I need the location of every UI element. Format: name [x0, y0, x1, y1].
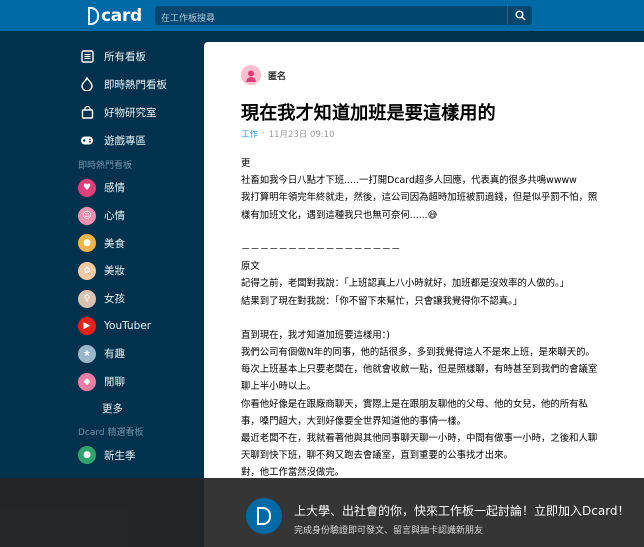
heart-board-icon: ♥ [78, 178, 96, 197]
sidebar-item-chat[interactable]: ◆ 閒聊 [78, 368, 198, 396]
post-line: 我打算明年領完年終就走，然後，這公司因為超時加班被罰過錢，但是似乎罰不怕，照 [241, 192, 598, 204]
mood-board-icon: ☺ [78, 206, 96, 225]
chat-board-icon: ◆ [78, 372, 96, 391]
sidebar-item-label: 感情 [104, 182, 125, 195]
hot-boards-title: 即時熱門看板 [78, 160, 133, 171]
sidebar-item-label: 女孩 [104, 293, 125, 306]
sidebar-item-games[interactable]: 遊戲專區 [78, 126, 198, 154]
post-line: 每次上班基本上只要老闆在，他就會收斂一點，但是照樣聊，有時甚至到我們的會議室 [241, 364, 598, 376]
post-line: 聊上半小時以上。 [241, 381, 317, 393]
dcard-logo-icon [88, 7, 99, 25]
sidebar-item-mood[interactable]: ☺ 心情 [78, 202, 198, 230]
sidebar-item-label: 美食 [104, 237, 125, 250]
post-line: 記得之前，老闆對我說：「上班認真上八小時就好，加班都是沒效率的人做的。」 [241, 278, 570, 290]
post-card: 匿名 現在我才知道加班是要這樣用的 工作 · 11月23日 09:10 更 社畜… [204, 42, 644, 547]
signup-promo-banner[interactable]: 上大學、出社會的你，快來工作板一起討論！立即加入Dcard！ 完成身份驗證即可發… [0, 478, 644, 547]
sidebar-item-makeup[interactable]: ✿ 美妝 [78, 257, 198, 285]
freshman-board-icon: ● [78, 446, 96, 465]
post-line: －－－－－－－－－－－－－－－－－ [241, 243, 401, 255]
sidebar-item-girl[interactable]: ♀ 女孩 [78, 285, 198, 313]
post-line: 結果到了現在對我說：「你不留下來幫忙，只會讓我覺得你不認真。」 [241, 295, 523, 307]
author-row: 匿名 [241, 65, 286, 85]
top-nav: card [0, 0, 644, 31]
sidebar-item-goods-lab[interactable]: 好物研究室 [78, 98, 198, 126]
food-board-icon: ● [78, 234, 96, 253]
post-line [241, 310, 631, 327]
search-icon [515, 10, 526, 21]
avatar[interactable] [241, 65, 261, 85]
sidebar: 所有看板 即時熱門看板 好物研究室 遊戲專區 即時熱門看板 ♥ 感情 ☺ 心情 … [78, 42, 198, 469]
post-line: 直到現在，我才知道加班要這樣用：) [241, 329, 390, 341]
sidebar-item-youtuber[interactable]: ▶ YouTuber [78, 312, 198, 340]
sidebar-item-label: 好物研究室 [104, 106, 157, 119]
sidebar-item-label: 有趣 [104, 348, 125, 361]
gamepad-icon [78, 131, 96, 149]
dcard-logo-icon [246, 498, 282, 534]
girl-board-icon: ♀ [78, 289, 96, 308]
sidebar-item-food[interactable]: ● 美食 [78, 229, 198, 257]
dcard-logo[interactable]: card [88, 6, 142, 26]
meta-separator: · [262, 129, 265, 139]
sidebar-item-freshman[interactable]: ● 新生季 [78, 442, 198, 470]
post-line: 天聊到快下班，聊不夠又跑去會議室，直到重要的公事找才出來。 [241, 450, 513, 462]
search-box [155, 6, 507, 29]
sidebar-item-funny[interactable]: ★ 有趣 [78, 340, 198, 368]
post-content: 更 社畜如我今日八點才下班.....一打開Dcard超多人回應，代表真的很多共鳴… [241, 155, 631, 482]
sidebar-item-label: 心情 [104, 210, 125, 223]
post-date: 11月23日 09:10 [268, 130, 335, 140]
post-line: 社畜如我今日八點才下班.....一打開Dcard超多人回應，代表真的很多共鳴ww… [241, 175, 577, 187]
post-line: 最近老闆不在，我就看著他與其他同事聊天聊一小時，中間有做事一小時，之後和人聊 [241, 433, 598, 444]
sidebar-item-label: 所有看板 [104, 50, 146, 63]
sidebar-item-label: 美妝 [104, 265, 125, 278]
post-line: 更 [241, 158, 251, 169]
author-name: 匿名 [268, 71, 287, 82]
post-line [241, 224, 631, 241]
sidebar-item-all-boards[interactable]: 所有看板 [78, 42, 198, 70]
more-boards-link[interactable]: 更多 [78, 396, 198, 422]
post-line: 你看他好像是在跟廠商聊天，實際上是在跟朋友聊他的父母、他的女兒，他的所有私 [241, 398, 588, 410]
promo-subtitle: 完成身份驗證即可發文、留言與抽卡認識新朋友 [294, 526, 484, 536]
sidebar-item-hot-boards[interactable]: 即時熱門看板 [78, 70, 198, 98]
promo-title: 上大學、出社會的你，快來工作板一起討論！立即加入Dcard！ [294, 504, 630, 518]
funny-board-icon: ★ [78, 344, 96, 363]
post-line: 原文 [241, 261, 260, 273]
flame-icon [78, 75, 96, 93]
sidebar-item-label: 新生季 [104, 449, 136, 462]
sidebar-item-label: 閒聊 [104, 376, 125, 389]
youtube-board-icon: ▶ [78, 317, 96, 336]
post-meta: 工作 · 11月23日 09:10 [241, 128, 335, 140]
picked-boards-title: Dcard 精選看板 [78, 428, 144, 438]
sidebar-item-label: 即時熱門看板 [104, 78, 167, 91]
shopping-bag-icon [78, 103, 96, 121]
search-input[interactable] [155, 9, 507, 29]
post-title: 現在我才知道加班是要這樣用的 [241, 103, 496, 124]
post-line: 樣有加班文化，遇到這種我只也無可奈何......😅 [241, 209, 438, 221]
search-button[interactable] [507, 6, 532, 25]
post-line: 事，嗓門超大，大到好像要全世界知道他的事情一樣。 [241, 415, 467, 427]
makeup-board-icon: ✿ [78, 261, 96, 280]
sidebar-item-label: 遊戲專區 [104, 134, 146, 147]
sidebar-item-label: YouTuber [104, 320, 152, 333]
logo-text: card [101, 6, 142, 26]
list-icon [78, 47, 96, 65]
sidebar-item-relationship[interactable]: ♥ 感情 [78, 174, 198, 202]
post-board-link[interactable]: 工作 [241, 128, 258, 140]
post-line: 我們公司有個做N年的同事，他的話很多，多到我覺得這人不是來上班，是來聊天的。 [241, 347, 595, 359]
